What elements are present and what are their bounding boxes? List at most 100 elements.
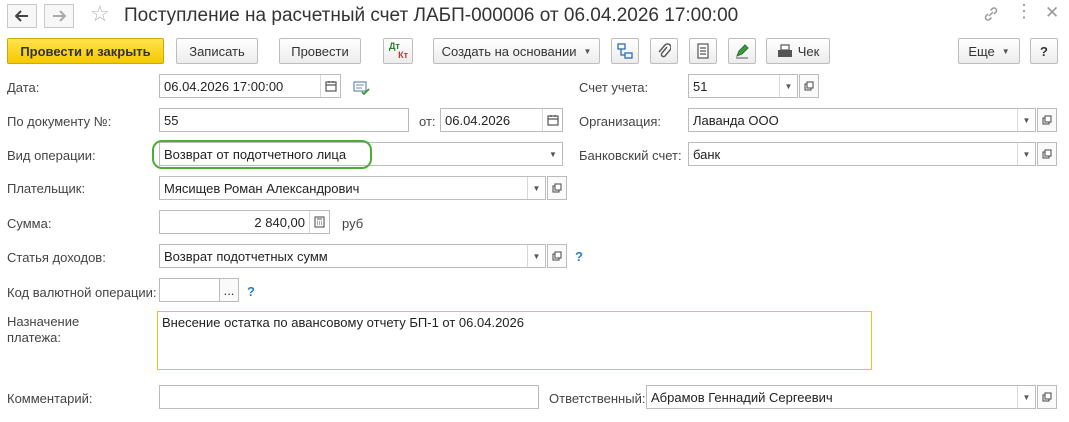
doc-number-label: По документу №: — [7, 114, 112, 129]
responsible-field[interactable]: Абрамов Геннадий Сергеевич ▼ — [646, 385, 1036, 409]
chevron-down-icon[interactable]: ▼ — [1017, 109, 1035, 131]
account-label: Счет учета: — [579, 80, 649, 95]
amount-field[interactable]: 2 840,00 — [159, 210, 330, 234]
more-vertical-icon[interactable]: ⋮ — [1015, 2, 1033, 20]
open-window-icon — [552, 183, 562, 193]
calendar-button[interactable] — [320, 75, 340, 97]
sign-button[interactable] — [728, 38, 756, 64]
doc-number-field[interactable]: 55 — [159, 108, 409, 132]
organization-label: Организация: — [579, 114, 662, 129]
doc-date-value: 06.04.2026 — [445, 112, 511, 128]
payer-open-button[interactable] — [547, 176, 567, 200]
help-button[interactable]: ? — [1030, 38, 1058, 64]
comment-field[interactable] — [159, 385, 539, 409]
favorite-star-icon[interactable]: ☆ — [90, 3, 110, 25]
dt-kt-icon-bottom: Кт — [398, 50, 408, 60]
purpose-label-line2: платежа: — [7, 330, 61, 345]
doc-date-label: от: — [419, 114, 436, 129]
currency-op-code-help-icon[interactable]: ? — [247, 284, 255, 299]
open-window-icon — [1042, 149, 1052, 159]
bank-account-value: банк — [693, 146, 721, 162]
chevron-down-icon[interactable]: ▼ — [1017, 143, 1035, 165]
currency-label: руб — [342, 216, 364, 231]
currency-op-code-picker-button[interactable]: ... — [219, 278, 239, 302]
income-item-open-button[interactable] — [547, 244, 567, 268]
back-button[interactable] — [7, 4, 37, 28]
operation-type-label: Вид операции: — [7, 148, 96, 163]
calculator-button[interactable] — [309, 211, 329, 233]
date-field[interactable]: 06.04.2026 17:00:00 — [159, 74, 341, 98]
receipt-button[interactable]: Чек — [766, 38, 830, 64]
responsible-value: Абрамов Геннадий Сергеевич — [651, 389, 833, 405]
account-field[interactable]: 51 ▼ — [688, 74, 798, 98]
organization-open-button[interactable] — [1037, 108, 1057, 132]
income-item-help-icon[interactable]: ? — [575, 249, 583, 264]
chevron-down-icon[interactable]: ▼ — [544, 143, 562, 165]
chevron-down-icon: ▼ — [1001, 46, 1010, 56]
date-label: Дата: — [7, 80, 40, 95]
link-icon[interactable] — [983, 6, 999, 27]
amount-value: 2 840,00 — [254, 214, 305, 230]
amount-label: Сумма: — [7, 216, 52, 231]
pen-icon — [736, 44, 749, 59]
attach-button[interactable] — [650, 38, 678, 64]
income-item-value: Возврат подотчетных сумм — [164, 248, 328, 264]
income-item-label: Статья доходов: — [7, 250, 106, 265]
date-value: 06.04.2026 17:00:00 — [164, 78, 284, 94]
payer-value: Мясищев Роман Александрович — [164, 180, 360, 196]
bank-account-label: Банковский счет: — [579, 148, 682, 163]
open-window-icon — [1042, 392, 1052, 402]
currency-op-code-field[interactable] — [159, 278, 220, 302]
currency-op-code-label: Код валютной операции: — [7, 285, 157, 300]
open-window-icon — [552, 251, 562, 261]
chevron-down-icon[interactable]: ▼ — [527, 245, 545, 267]
organization-field[interactable]: Лаванда ООО ▼ — [688, 108, 1036, 132]
report-button[interactable] — [689, 38, 717, 64]
chevron-down-icon: ▼ — [583, 46, 592, 56]
comment-label: Комментарий: — [7, 391, 93, 406]
open-window-icon — [804, 81, 814, 91]
open-window-icon — [1042, 115, 1052, 125]
organization-value: Лаванда ООО — [693, 112, 779, 128]
calendar-button[interactable] — [542, 109, 562, 131]
hierarchy-icon — [617, 43, 633, 59]
calendar-icon — [546, 115, 559, 126]
doc-date-field[interactable]: 06.04.2026 — [440, 108, 563, 132]
purpose-textarea[interactable]: Внесение остатка по авансовому отчету БП… — [157, 311, 872, 370]
structure-button[interactable] — [611, 38, 639, 64]
chevron-down-icon[interactable]: ▼ — [779, 75, 797, 97]
window-title: Поступление на расчетный счет ЛАБП-00000… — [124, 5, 739, 26]
more-label: Еще — [968, 43, 995, 59]
responsible-label: Ответственный: — [549, 391, 646, 406]
post-and-close-button[interactable]: Провести и закрыть — [7, 38, 164, 64]
payer-label: Плательщик: — [7, 181, 86, 196]
bank-account-field[interactable]: банк ▼ — [688, 142, 1036, 166]
forward-button[interactable] — [44, 4, 74, 28]
purpose-label-line1: Назначение — [7, 314, 80, 329]
paperclip-icon — [658, 43, 671, 58]
save-button[interactable]: Записать — [176, 38, 258, 64]
doc-number-value: 55 — [164, 112, 179, 128]
calendar-icon — [324, 81, 337, 92]
responsible-open-button[interactable] — [1037, 385, 1057, 409]
calculator-icon — [314, 216, 325, 228]
close-icon[interactable]: ✕ — [1045, 4, 1059, 22]
chevron-down-icon[interactable]: ▼ — [1017, 386, 1035, 408]
cash-register-icon — [777, 44, 792, 57]
operation-type-highlight — [152, 140, 372, 169]
arrow-left-icon — [15, 10, 28, 22]
receipt-label: Чек — [797, 43, 820, 59]
post-button[interactable]: Провести — [279, 38, 361, 64]
chevron-down-icon[interactable]: ▼ — [527, 177, 545, 199]
account-value: 51 — [693, 78, 708, 94]
payer-field[interactable]: Мясищев Роман Александрович ▼ — [159, 176, 546, 200]
income-item-field[interactable]: Возврат подотчетных сумм ▼ — [159, 244, 546, 268]
create-based-on-label: Создать на основании — [441, 43, 577, 59]
account-open-button[interactable] — [799, 74, 819, 98]
document-checked-icon — [353, 80, 371, 99]
create-based-on-button[interactable]: Создать на основании ▼ — [433, 38, 600, 64]
more-button[interactable]: Еще ▼ — [958, 38, 1020, 64]
bank-account-open-button[interactable] — [1037, 142, 1057, 166]
dt-kt-button[interactable]: Дт Кт — [383, 38, 413, 64]
arrow-right-icon — [53, 10, 66, 22]
